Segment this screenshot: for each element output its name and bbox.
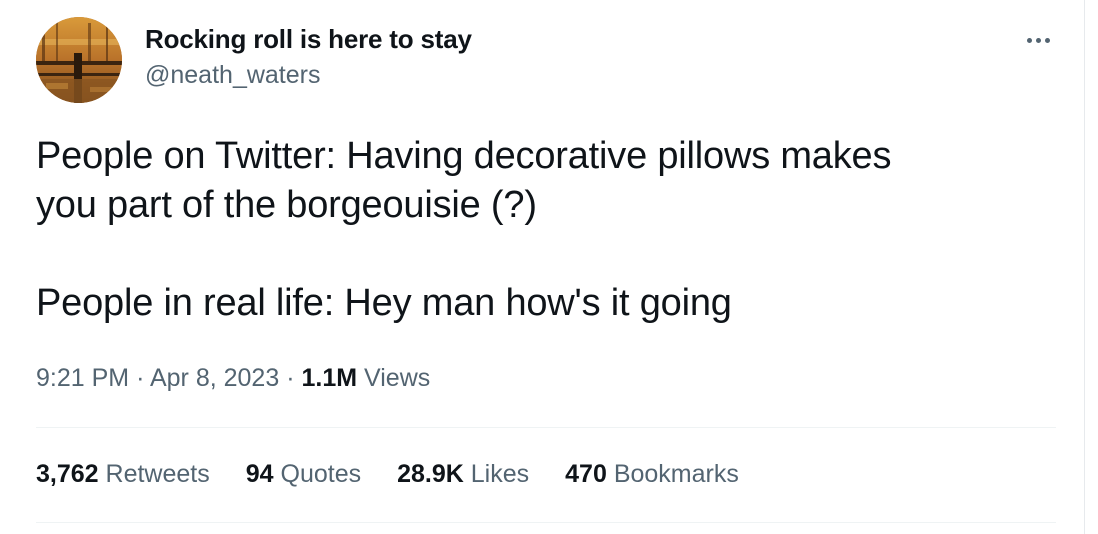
tweet-metadata: 9:21 PM · Apr 8, 2023 · 1.1M Views: [36, 364, 430, 393]
more-options-button[interactable]: [1018, 24, 1058, 56]
likes-stat[interactable]: 28.9K Likes: [397, 460, 529, 489]
tweet-text-line: People on Twitter: Having decorative pil…: [36, 135, 892, 177]
separator: ·: [136, 364, 145, 392]
likes-label: Likes: [470, 460, 530, 488]
bookmarks-stat[interactable]: 470 Bookmarks: [565, 460, 739, 489]
engagement-stats: 3,762 Retweets 94 Quotes 28.9K Likes 470…: [36, 460, 775, 489]
tweet-time[interactable]: 9:21 PM: [36, 364, 129, 392]
divider: [36, 522, 1056, 523]
likes-count: 28.9K: [397, 460, 464, 488]
bookmarks-label: Bookmarks: [613, 460, 739, 488]
tweet-text-line: you part of the borgeouisie (?): [36, 184, 537, 226]
retweets-label: Retweets: [105, 460, 210, 488]
views-label: Views: [364, 364, 431, 392]
bookmarks-count: 470: [565, 460, 607, 488]
author-handle[interactable]: @neath_waters: [145, 61, 320, 90]
views-count: 1.1M: [301, 364, 358, 392]
tweet-date[interactable]: Apr 8, 2023: [150, 364, 279, 392]
separator: ·: [286, 364, 295, 392]
quotes-stat[interactable]: 94 Quotes: [246, 460, 361, 489]
avatar[interactable]: [36, 17, 122, 103]
divider: [36, 427, 1056, 428]
tweet-text-line: People in real life: Hey man how's it go…: [36, 282, 732, 324]
retweets-stat[interactable]: 3,762 Retweets: [36, 460, 210, 489]
retweets-count: 3,762: [36, 460, 99, 488]
tweet-card: Rocking roll is here to stay @neath_wate…: [0, 0, 1085, 534]
avatar-image: [36, 17, 122, 103]
author-display-name[interactable]: Rocking roll is here to stay: [145, 24, 472, 55]
quotes-count: 94: [245, 460, 274, 488]
quotes-label: Quotes: [280, 460, 362, 488]
tweet-text: People on Twitter: Having decorative pil…: [36, 132, 1046, 328]
more-horizontal-icon: [1025, 37, 1052, 43]
